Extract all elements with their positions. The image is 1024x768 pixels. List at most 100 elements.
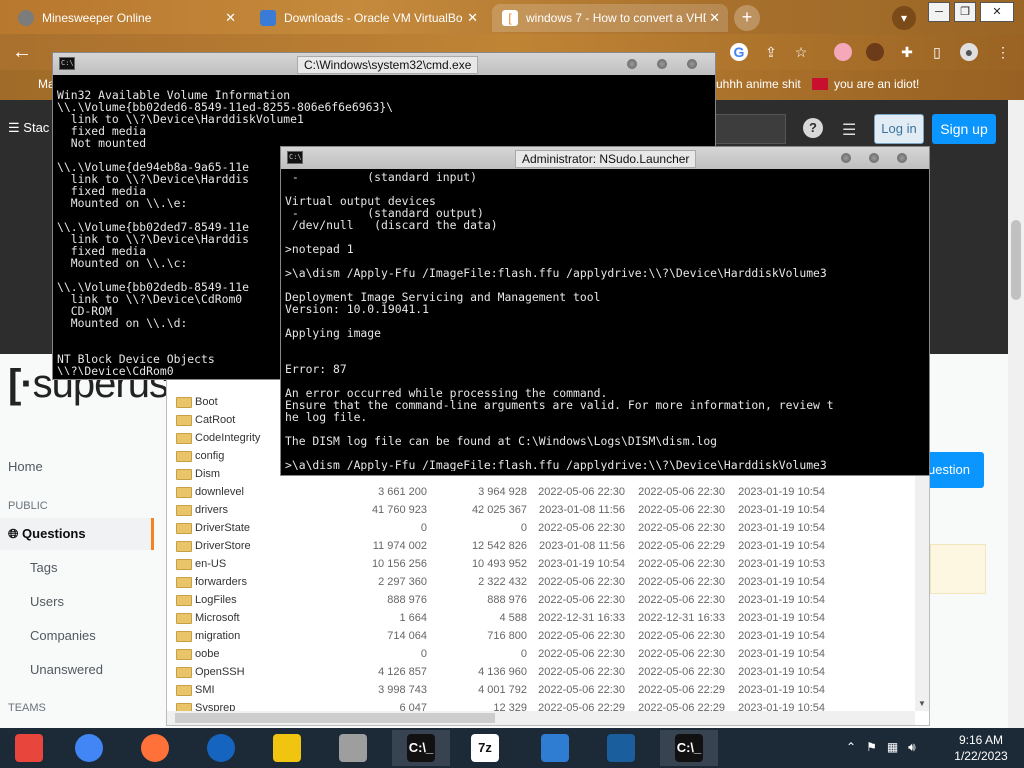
extension-avatar-icon[interactable] <box>866 43 884 61</box>
chromebook-recovery-icon <box>15 734 43 762</box>
minimize-button[interactable]: ─ <box>928 2 950 22</box>
taskbar-cmd-2-button[interactable]: C:\_ <box>660 730 718 766</box>
folder-icon <box>176 469 192 480</box>
back-arrow-icon[interactable]: ← <box>12 41 32 64</box>
file-accessed: 2023-01-19 10:54 <box>738 684 825 696</box>
minimize-button[interactable] <box>841 153 851 163</box>
scroll-down-icon[interactable]: ▼ <box>918 699 926 708</box>
close-icon[interactable]: ✕ <box>709 10 720 26</box>
maximize-button[interactable] <box>657 59 667 69</box>
system-tray: ⌃ ⚑ ▦ 🔊︎ <box>846 740 916 755</box>
taskbar-task-scheduler-button[interactable] <box>526 730 584 766</box>
nav-teams-heading: TEAMS <box>8 702 46 714</box>
file-list-row[interactable]: LogFiles 888 976 888 976 2022-05-06 22:30 20… <box>167 591 913 609</box>
taskbar-installer-button[interactable] <box>324 730 382 766</box>
file-list-row[interactable]: Microsoft 1 664 4 588 2022-12-31 16:33 2022-… <box>167 609 913 627</box>
folder-icon <box>176 595 192 606</box>
file-list-row[interactable]: drivers 41 760 923 42 025 367 2023-01-08 11… <box>167 501 913 519</box>
file-list-row[interactable]: SMI 3 998 743 4 001 792 2022-05-06 22:30 202… <box>167 681 913 699</box>
minesweeper-favicon-icon <box>18 10 34 26</box>
file-list-row[interactable]: migration 714 064 716 800 2022-05-06 22:30 2… <box>167 627 913 645</box>
tab-title: Downloads - Oracle VM VirtualBo <box>284 11 463 25</box>
side-panel-icon[interactable]: ▯ <box>928 43 946 61</box>
taskbar-virtualbox-button[interactable] <box>592 730 650 766</box>
close-button[interactable] <box>897 153 907 163</box>
console-line: Ensure that the command-line arguments a… <box>285 398 834 412</box>
close-icon[interactable]: ✕ <box>467 10 478 26</box>
folder-icon <box>176 667 192 678</box>
tray-overflow-icon[interactable]: ⌃ <box>846 740 856 755</box>
scrollbar-thumb[interactable] <box>1011 220 1021 300</box>
minimize-button[interactable] <box>627 59 637 69</box>
nsudo-title-bar[interactable]: C:\ Administrator: NSudo.Launcher <box>281 147 929 169</box>
tab-minesweeper[interactable]: Minesweeper Online ✕ <box>8 4 244 32</box>
file-list-row[interactable]: downlevel 3 661 200 3 964 928 2022-05-06 22… <box>167 483 913 501</box>
taskbar-chromebook-recovery-button[interactable] <box>0 730 58 766</box>
nav-public-heading: PUBLIC <box>8 500 48 512</box>
ask-question-button[interactable]: uestion <box>924 452 984 488</box>
folder-icon <box>176 415 192 426</box>
bookmark-item[interactable]: you are an idiot! <box>812 77 919 91</box>
cmd-title-bar[interactable]: C:\ C:\Windows\system32\cmd.exe <box>53 53 715 75</box>
site-switcher-icon[interactable]: ☰ <box>842 120 856 140</box>
file-list-row[interactable]: DriverStore 11 974 002 12 542 826 2023-01-0… <box>167 537 913 555</box>
file-list-row[interactable]: en-US 10 156 256 10 493 952 2023-01-19 10:5… <box>167 555 913 573</box>
close-button[interactable] <box>687 59 697 69</box>
extensions-puzzle-icon[interactable]: ✚ <box>898 43 916 61</box>
share-icon[interactable]: ⇪ <box>762 43 780 61</box>
nsudo-window[interactable]: C:\ Administrator: NSudo.Launcher - (sta… <box>280 146 930 476</box>
file-alloc: 12 542 826 <box>471 540 527 552</box>
nav-tags[interactable]: Tags <box>30 560 57 575</box>
file-modified: 2023-01-19 10:54 <box>538 558 625 570</box>
tab-superuser-question[interactable]: [ windows 7 - How to convert a VHD ✕ <box>492 4 728 32</box>
nav-home[interactable]: Home <box>8 459 43 474</box>
bookmark-star-icon[interactable]: ☆ <box>792 43 810 61</box>
nav-users[interactable]: Users <box>30 594 64 609</box>
file-list-row[interactable]: oobe 0 0 2022-05-06 22:30 2022-05-06 22:30 20… <box>167 645 913 663</box>
globe-icon: 🌐︎ <box>8 526 19 541</box>
file-created: 2022-05-06 22:30 <box>638 648 725 660</box>
network-icon[interactable]: ▦ <box>887 740 898 755</box>
taskbar-firefox-button[interactable] <box>126 730 184 766</box>
taskbar-clock[interactable]: 9:16 AM 1/22/2023 <box>948 732 1014 764</box>
nav-companies[interactable]: Companies <box>30 628 96 643</box>
file-list-horizontal-scrollbar[interactable] <box>167 711 915 725</box>
cmd-icon: C:\_ <box>407 734 435 762</box>
taskbar-file-explorer-button[interactable] <box>258 730 316 766</box>
google-icon[interactable]: G <box>730 43 748 61</box>
maximize-button[interactable]: ❐ <box>954 2 976 22</box>
close-icon[interactable]: ✕ <box>225 10 236 26</box>
nav-unanswered[interactable]: Unanswered <box>30 662 103 677</box>
close-window-button[interactable]: ✕ <box>980 2 1014 22</box>
site-menu[interactable]: ☰ Stac <box>8 120 49 136</box>
file-list-row[interactable]: OpenSSH 4 126 857 4 136 960 2022-05-06 22:3… <box>167 663 913 681</box>
flag-icon[interactable]: ⚑ <box>866 740 877 755</box>
help-icon[interactable]: ? <box>803 118 823 138</box>
scrollbar-thumb[interactable] <box>175 713 495 723</box>
taskbar-cmd-button[interactable]: C:\_ <box>392 730 450 766</box>
nav-questions[interactable]: 🌐︎ Questions <box>8 526 86 542</box>
clock-time: 9:16 AM <box>958 733 1004 747</box>
nsudo-output[interactable]: - (standard input) Virtual output devices… <box>285 171 925 471</box>
new-tab-button[interactable]: + <box>734 5 760 31</box>
console-line: he log file. <box>285 410 368 424</box>
maximize-button[interactable] <box>869 153 879 163</box>
profile-icon[interactable]: ● <box>960 43 978 61</box>
login-button[interactable]: Log in <box>874 114 924 144</box>
page-scrollbar[interactable] <box>1008 100 1024 728</box>
bookmark-item[interactable]: uhhh anime shit <box>716 77 801 91</box>
taskbar-chrome-button[interactable] <box>60 730 118 766</box>
taskbar-browser-blue-button[interactable] <box>192 730 250 766</box>
taskbar-7zip-button[interactable]: 7z <box>456 730 514 766</box>
signup-button[interactable]: Sign up <box>932 114 996 144</box>
tab-search-icon[interactable]: ▾ <box>892 6 916 30</box>
file-list-row[interactable]: DriverState 0 0 2022-05-06 22:30 2022-05-06 … <box>167 519 913 537</box>
cmd-2-icon: C:\_ <box>675 734 703 762</box>
folder-icon <box>176 649 192 660</box>
menu-dots-icon[interactable]: ⋮ <box>994 43 1012 61</box>
volume-icon[interactable]: 🔊︎ <box>908 740 916 755</box>
extension-flag-icon[interactable] <box>834 43 852 61</box>
tab-virtualbox-downloads[interactable]: Downloads - Oracle VM VirtualBo ✕ <box>250 4 486 32</box>
file-alloc: 4 588 <box>499 612 527 624</box>
file-list-row[interactable]: forwarders 2 297 360 2 322 432 2022-05-06 2… <box>167 573 913 591</box>
